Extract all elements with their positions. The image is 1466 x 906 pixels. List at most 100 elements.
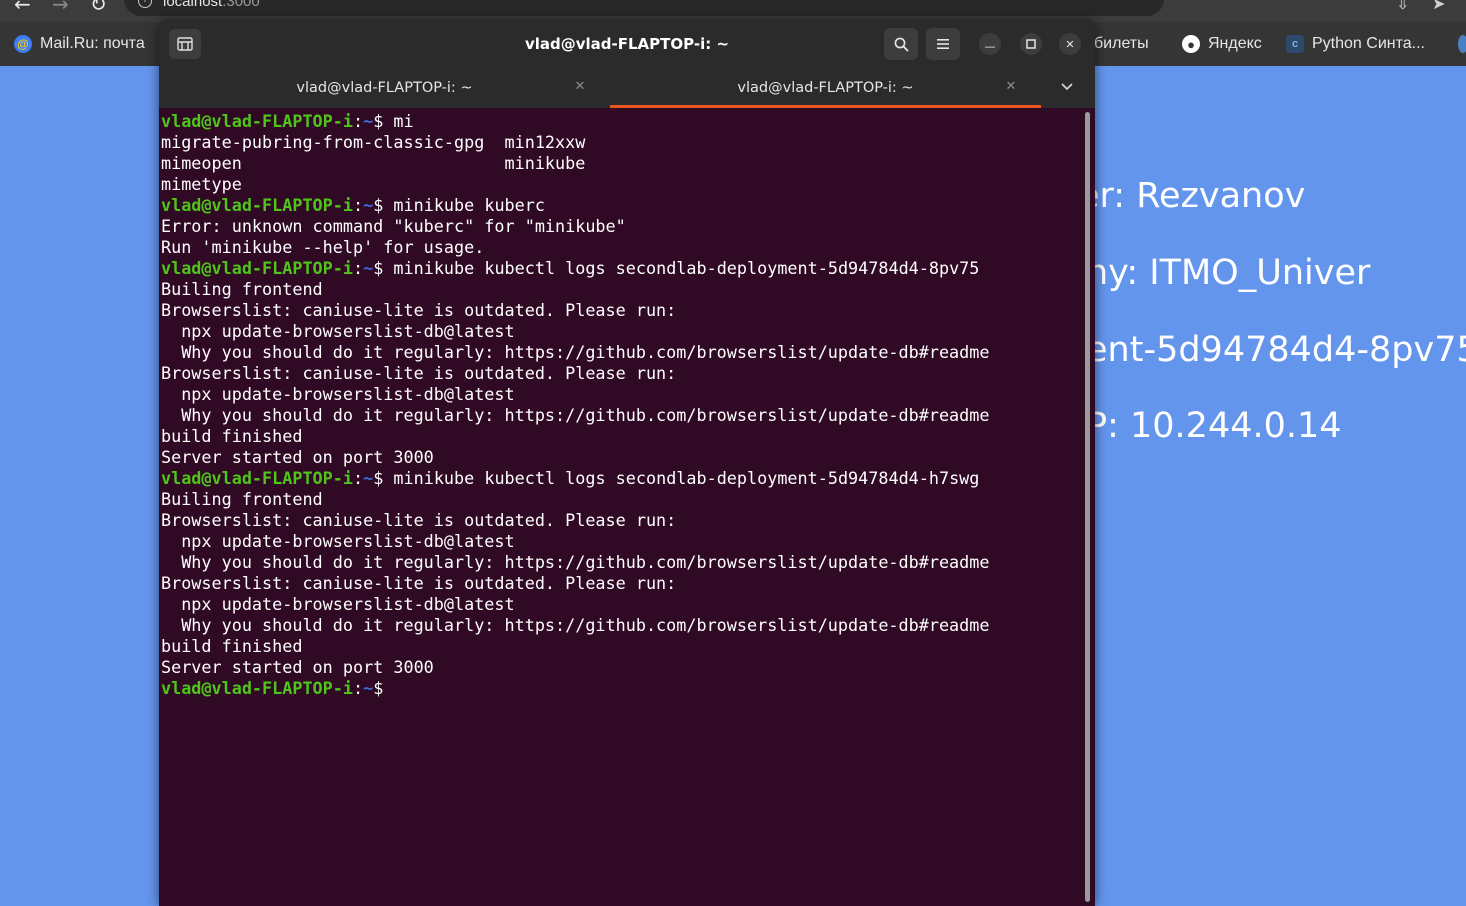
terminal-output-line: npx update-browserslist-db@latest: [161, 384, 515, 404]
page-ip-line: P: 10.244.0.14: [1086, 406, 1342, 446]
forward-arrow-icon[interactable]: →: [52, 0, 69, 14]
terminal-tab-1[interactable]: vlad@vlad-FLAPTOP-i: ~ ✕: [159, 68, 610, 108]
bookmark-mailru[interactable]: @ Mail.Ru: почта: [14, 34, 145, 54]
bookmark-label: Яндекс: [1208, 35, 1262, 52]
terminal-output-line: Why you should do it regularly: https://…: [161, 342, 990, 362]
command-text: minikube kuberc: [393, 195, 545, 215]
address-url[interactable]: localhost:3000: [163, 0, 260, 10]
terminal-command-line: vlad@vlad-FLAPTOP-i:~$ mi: [159, 111, 1085, 132]
terminal-window[interactable]: vlad@vlad-FLAPTOP-i: ~ — ✕ vlad@vlad-FLA…: [159, 20, 1095, 906]
reload-icon[interactable]: ↻: [90, 0, 107, 14]
globe-icon: ●: [1182, 35, 1200, 53]
prompt-separator: :: [352, 258, 364, 278]
back-arrow-icon[interactable]: ←: [14, 0, 31, 14]
bookmark-label: Python Синта...: [1312, 35, 1425, 52]
command-text: minikube kubectl logs secondlab-deployme…: [393, 258, 980, 278]
terminal-output-line: Builing frontend: [161, 279, 323, 299]
prompt-directory: ~: [363, 258, 374, 278]
terminal-output[interactable]: vlad@vlad-FLAPTOP-i:~$ mi migrate-pubring…: [159, 108, 1085, 906]
address-bar[interactable]: [124, 0, 1164, 16]
hamburger-icon: [937, 39, 949, 49]
prompt-directory: ~: [363, 111, 374, 131]
bookmark-yandex[interactable]: ● Яндекс: [1182, 34, 1262, 54]
close-button[interactable]: ✕: [1059, 33, 1081, 55]
prompt-symbol: $: [373, 195, 394, 215]
close-icon: ✕: [1065, 37, 1075, 51]
tab-list-chevron-down-icon[interactable]: [1061, 80, 1073, 94]
bookmark-partial-icon: [1458, 35, 1466, 53]
terminal-headerbar[interactable]: vlad@vlad-FLAPTOP-i: ~ — ✕: [159, 20, 1095, 68]
terminal-output-line: Server started on port 3000: [161, 447, 434, 467]
search-button[interactable]: [884, 28, 918, 60]
terminal-scrollbar[interactable]: [1085, 112, 1090, 902]
page-pod-line: ent-5d94784d4-8pv75: [1086, 330, 1466, 370]
share-icon[interactable]: ➤: [1432, 0, 1445, 13]
terminal-cursor: [393, 679, 403, 698]
terminal-tab-2[interactable]: vlad@vlad-FLAPTOP-i: ~ ✕: [610, 68, 1041, 108]
maximize-icon: [1026, 39, 1036, 49]
url-port: :3000: [222, 0, 260, 10]
prompt-user: vlad@vlad-FLAPTOP-i: [161, 111, 353, 131]
prompt-separator: :: [352, 678, 364, 698]
tab-close-icon[interactable]: ✕: [572, 79, 588, 95]
prompt-separator: :: [352, 468, 364, 488]
terminal-command-line: vlad@vlad-FLAPTOP-i:~$: [159, 678, 1085, 699]
prompt-directory: ~: [363, 195, 374, 215]
command-text: mi: [393, 111, 414, 131]
terminal-output-line: Builing frontend: [161, 489, 323, 509]
minimize-button[interactable]: —: [979, 33, 1001, 55]
bookmark-label: Mail.Ru: почта: [40, 35, 145, 52]
bookmark-tickets[interactable]: билеты: [1094, 34, 1149, 54]
terminal-output-line: mimeopen minikube: [161, 153, 586, 173]
terminal-output-line: Browserslist: caniuse-lite is outdated. …: [161, 510, 677, 530]
prompt-user: vlad@vlad-FLAPTOP-i: [161, 678, 353, 698]
url-host: localhost: [163, 0, 223, 10]
terminal-output-line: Why you should do it regularly: https://…: [161, 615, 990, 635]
terminal-output-line: npx update-browserslist-db@latest: [161, 321, 515, 341]
terminal-command-line: vlad@vlad-FLAPTOP-i:~$ minikube kubectl …: [159, 258, 1085, 279]
prompt-user: vlad@vlad-FLAPTOP-i: [161, 468, 353, 488]
terminal-output-line: mimetype: [161, 174, 242, 194]
terminal-output-line: Browserslist: caniuse-lite is outdated. …: [161, 300, 677, 320]
terminal-command-line: vlad@vlad-FLAPTOP-i:~$ minikube kuberc: [159, 195, 1085, 216]
terminal-output-line: Why you should do it regularly: https://…: [161, 405, 990, 425]
terminal-output-line: build finished: [161, 636, 303, 656]
terminal-output-line: npx update-browserslist-db@latest: [161, 531, 515, 551]
at-icon: @: [14, 35, 32, 53]
browser-toolbar: ← → ↻ i localhost:3000 ⇩ ➤: [0, 0, 1466, 22]
terminal-output-line: migrate-pubring-from-classic-gpg min12xx…: [161, 132, 586, 152]
prompt-directory: ~: [363, 678, 374, 698]
prompt-separator: :: [352, 111, 364, 131]
install-app-icon[interactable]: ⇩: [1396, 0, 1409, 13]
bookmark-label: билеты: [1094, 35, 1149, 52]
terminal-output-line: Why you should do it regularly: https://…: [161, 552, 990, 572]
terminal-output-line: Browserslist: caniuse-lite is outdated. …: [161, 363, 677, 383]
tab-label: vlad@vlad-FLAPTOP-i: ~: [296, 80, 473, 96]
menu-button[interactable]: [926, 28, 960, 60]
terminal-output-line: Run 'minikube --help' for usage.: [161, 237, 485, 257]
prompt-directory: ~: [363, 468, 374, 488]
terminal-output-line: Server started on port 3000: [161, 657, 434, 677]
new-tab-icon: [177, 37, 193, 51]
prompt-user: vlad@vlad-FLAPTOP-i: [161, 258, 353, 278]
prompt-symbol: $: [373, 258, 394, 278]
prompt-symbol: $: [373, 678, 394, 698]
terminal-output-line: Error: unknown command "kuberc" for "min…: [161, 216, 626, 236]
maximize-button[interactable]: [1020, 33, 1042, 55]
minimize-icon: —: [984, 40, 996, 53]
prompt-user: vlad@vlad-FLAPTOP-i: [161, 195, 353, 215]
bookmark-overflow-icon[interactable]: [1458, 34, 1466, 54]
page-company-line: ny: ITMO_Univer: [1086, 253, 1371, 293]
terminal-command-line: vlad@vlad-FLAPTOP-i:~$ minikube kubectl …: [159, 468, 1085, 489]
search-icon: [894, 37, 909, 52]
terminal-output-line: npx update-browserslist-db@latest: [161, 594, 515, 614]
new-tab-button[interactable]: [169, 29, 201, 59]
command-text: minikube kubectl logs secondlab-deployme…: [393, 468, 980, 488]
doc-icon: c: [1286, 35, 1304, 53]
terminal-output-line: Browserslist: caniuse-lite is outdated. …: [161, 573, 677, 593]
terminal-tabbar: vlad@vlad-FLAPTOP-i: ~ ✕ vlad@vlad-FLAPT…: [159, 68, 1095, 108]
prompt-separator: :: [352, 195, 364, 215]
bookmark-python[interactable]: c Python Синта...: [1286, 34, 1425, 54]
tab-close-icon[interactable]: ✕: [1003, 79, 1019, 95]
prompt-symbol: $: [373, 111, 394, 131]
